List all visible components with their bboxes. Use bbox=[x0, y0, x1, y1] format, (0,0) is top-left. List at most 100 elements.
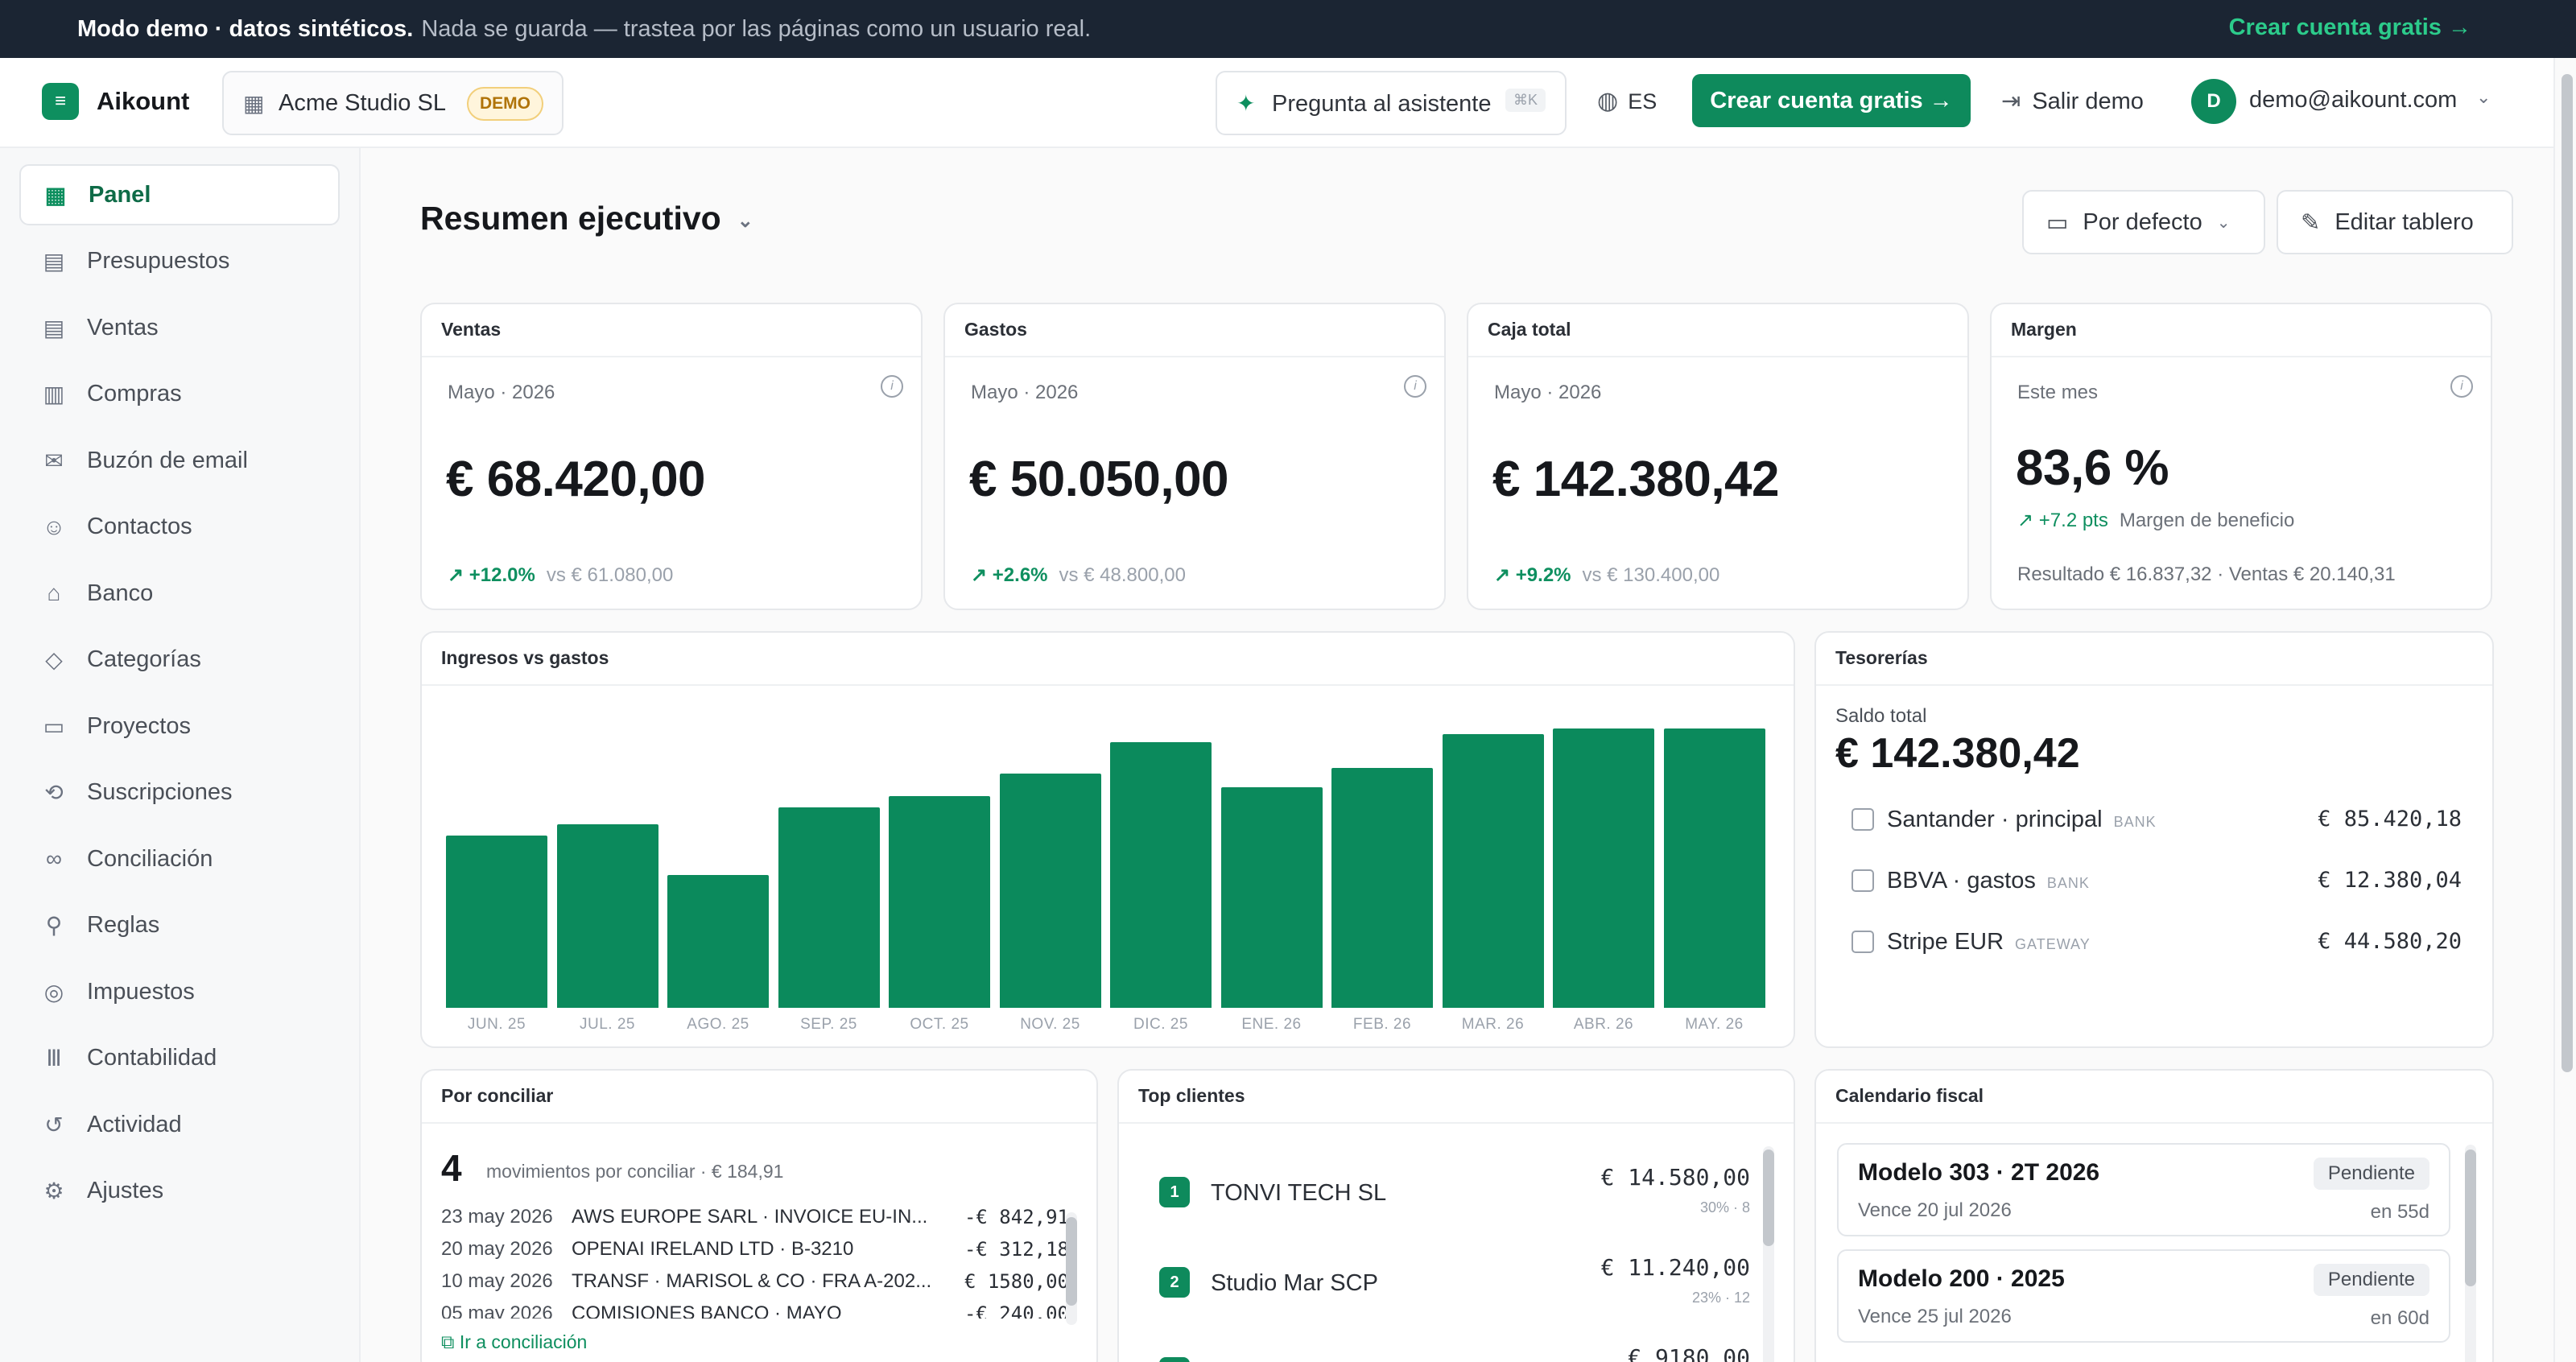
assistant-label: Pregunta al asistente bbox=[1272, 91, 1492, 117]
app-name: Aikount bbox=[97, 87, 190, 115]
pending-row[interactable]: 10 may 2026 TRANSF · MARISOL & CO · FRA A… bbox=[441, 1267, 1069, 1299]
pending-date: 05 may 2026 bbox=[441, 1302, 553, 1319]
sidebar-item-actividad[interactable]: ↺ Actividad bbox=[19, 1094, 340, 1155]
clients-scrollbar[interactable] bbox=[1763, 1146, 1774, 1362]
chevron-down-icon[interactable]: ⌄ bbox=[2476, 87, 2491, 108]
fiscal-item[interactable]: Modelo 200 · 2025 Vence 25 jul 2026 Pendie… bbox=[1837, 1249, 2450, 1343]
wallet-icon bbox=[1852, 869, 1874, 892]
go-to-reconciliation-link[interactable]: ⧉ Ir a conciliación bbox=[441, 1331, 587, 1353]
fiscal-item-days: en 55d bbox=[2370, 1201, 2429, 1223]
info-icon[interactable]: i bbox=[1404, 375, 1426, 398]
sidebar-item-presupuestos[interactable]: ▤ Presupuestos bbox=[19, 231, 340, 292]
wallet-icon bbox=[1852, 808, 1874, 831]
sidebar-item-conciliaci-n[interactable]: ∞ Conciliación bbox=[19, 828, 340, 889]
company-name: Acme Studio SL bbox=[279, 90, 446, 116]
chart-x-tick-label: DIC. 25 bbox=[1133, 1016, 1188, 1033]
page-title[interactable]: Resumen ejecutivo ⌄ bbox=[420, 200, 753, 237]
pending-row[interactable]: 23 may 2026 AWS EUROPE SARL · INVOICE EU-… bbox=[441, 1203, 1069, 1235]
pending-amount: -€ 842,91 bbox=[964, 1206, 1069, 1228]
sidebar-item-panel[interactable]: ▦ Panel bbox=[19, 164, 340, 225]
chart-bar bbox=[889, 795, 990, 1008]
sidebar-item-label: Proyectos bbox=[87, 712, 191, 739]
page-title-text: Resumen ejecutivo bbox=[420, 200, 721, 237]
client-row[interactable]: 2 Studio Mar SCP € 11.240,00 23% · 12 bbox=[1138, 1238, 1750, 1319]
sidebar-item-buz-n-de-email[interactable]: ✉ Buzón de email bbox=[19, 430, 340, 491]
account-name-wrap: Santander · principal BANK bbox=[1887, 807, 2157, 833]
account-name: BBVA · gastos bbox=[1887, 868, 2036, 894]
kpi-delta: +2.6% bbox=[992, 564, 1048, 586]
sidebar-item-label: Ventas bbox=[87, 314, 159, 340]
sidebar-item-contabilidad[interactable]: Ⅲ Contabilidad bbox=[19, 1028, 340, 1089]
banner-note: Nada se guarda — trastea por las páginas… bbox=[421, 15, 1092, 42]
status-badge: Pendiente bbox=[2313, 1158, 2429, 1190]
client-row[interactable]: 1 TONVI TECH SL € 14.580,00 30% · 8 bbox=[1138, 1148, 1750, 1228]
chart-bar bbox=[446, 835, 547, 1008]
fiscal-scrollbar-thumb[interactable] bbox=[2465, 1149, 2476, 1286]
sidebar-item-ajustes[interactable]: ⚙ Ajustes bbox=[19, 1161, 340, 1222]
info-icon[interactable]: i bbox=[2450, 375, 2473, 398]
user-email[interactable]: demo@aikount.com bbox=[2249, 87, 2457, 114]
pending-scrollbar-thumb[interactable] bbox=[1066, 1217, 1077, 1306]
company-switcher[interactable]: ▦ Acme Studio SL DEMO bbox=[222, 71, 564, 135]
period-select-button[interactable]: ▭ Por defecto ⌄ bbox=[2022, 190, 2265, 254]
client-amount: € 14.580,00 bbox=[1600, 1164, 1750, 1191]
chart-x-tick-label: MAR. 26 bbox=[1461, 1016, 1525, 1033]
chart-x-tick-label: ENE. 26 bbox=[1241, 1016, 1302, 1033]
kpi-footer: ↗ +12.0% vs € 61.080,00 bbox=[448, 563, 673, 587]
chart-bar bbox=[1220, 787, 1323, 1008]
pending-description: OPENAI IRELAND LTD · B-3210 bbox=[572, 1238, 854, 1260]
sidebar-item-reglas[interactable]: ⚲ Reglas bbox=[19, 895, 340, 956]
sidebar-item-label: Panel bbox=[89, 181, 151, 208]
pending-row[interactable]: 05 may 2026 COMISIONES BANCO · MAYO -€ 240… bbox=[441, 1299, 1069, 1319]
fiscal-scrollbar[interactable] bbox=[2465, 1145, 2476, 1362]
chart-x-tick-label: OCT. 25 bbox=[910, 1016, 969, 1033]
assistant-button[interactable]: ✦ Pregunta al asistente ⌘K bbox=[1216, 71, 1567, 135]
banner-cta-link[interactable]: Crear cuenta gratis → bbox=[2229, 14, 2471, 41]
sidebar-item-compras[interactable]: ▥ Compras bbox=[19, 364, 340, 425]
create-account-button[interactable]: Crear cuenta gratis → bbox=[1692, 74, 1971, 127]
treasury-card: Tesorerías Saldo total € 142.380,42 Sant… bbox=[1814, 631, 2494, 1048]
sidebar-item-ventas[interactable]: ▤ Ventas bbox=[19, 297, 340, 358]
demo-badge: DEMO bbox=[467, 87, 543, 121]
chart-bar bbox=[556, 823, 658, 1008]
sidebar-item-contactos[interactable]: ☺ Contactos bbox=[19, 497, 340, 558]
page-scrollbar-thumb[interactable] bbox=[2562, 74, 2573, 1072]
sidebar-item-proyectos[interactable]: ▭ Proyectos bbox=[19, 695, 340, 757]
page-scrollbar[interactable] bbox=[2553, 58, 2576, 1362]
pending-scrollbar[interactable] bbox=[1066, 1212, 1077, 1325]
chart-x-tick-label: JUL. 25 bbox=[580, 1016, 635, 1033]
chart-bar bbox=[667, 875, 769, 1008]
client-row[interactable]: 3Bonsai Labs Inc€ 9180,00 bbox=[1138, 1328, 1750, 1362]
fiscal-item[interactable]: Modelo 303 · 2T 2026 Vence 20 jul 2026 Pen… bbox=[1837, 1143, 2450, 1236]
sidebar-item-impuestos[interactable]: ◎ Impuestos bbox=[19, 961, 340, 1022]
clients-scrollbar-thumb[interactable] bbox=[1763, 1149, 1774, 1246]
pending-row[interactable]: 20 may 2026 OPENAI IRELAND LTD · B-3210 -€… bbox=[441, 1235, 1069, 1267]
rules-icon: ⚲ bbox=[45, 913, 63, 938]
sidebar-item-suscripciones[interactable]: ⟲ Suscripciones bbox=[19, 762, 340, 823]
tag-icon: ◇ bbox=[45, 647, 63, 672]
exit-label: Salir demo bbox=[2032, 89, 2144, 114]
account-row[interactable]: Santander · principal BANK € 85.420,18 bbox=[1835, 803, 2476, 840]
account-row[interactable]: BBVA · gastos BANK € 12.380,04 bbox=[1835, 865, 2476, 902]
client-rank-badge: 3 bbox=[1159, 1357, 1190, 1362]
account-name-wrap: Stripe EUR GATEWAY bbox=[1887, 929, 2091, 955]
client-share: 23% · 12 bbox=[1691, 1290, 1750, 1306]
sidebar-item-banco[interactable]: ⌂ Banco bbox=[19, 563, 340, 624]
account-type-badge: BANK bbox=[2113, 814, 2157, 830]
chart-bar bbox=[778, 807, 880, 1008]
sidebar-item-label: Presupuestos bbox=[87, 248, 230, 274]
treasury-total: € 142.380,42 bbox=[1835, 730, 2080, 777]
mail-icon: ✉ bbox=[44, 448, 64, 473]
avatar[interactable]: D bbox=[2191, 79, 2236, 124]
link-icon: ∞ bbox=[46, 846, 62, 871]
pending-note: movimientos por conciliar · € 184,91 bbox=[486, 1161, 784, 1182]
margin-delta-row: ↗ +7.2 pts Margen de beneficio bbox=[2017, 509, 2294, 532]
trend-up-delta: ↗ +12.0% bbox=[448, 564, 535, 586]
sidebar-item-categor-as[interactable]: ◇ Categorías bbox=[19, 629, 340, 691]
exit-demo-button[interactable]: ⇥ Salir demo bbox=[2001, 87, 2144, 115]
account-row[interactable]: Stripe EUR GATEWAY € 44.580,20 bbox=[1835, 926, 2476, 963]
client-rank-badge: 1 bbox=[1159, 1177, 1190, 1207]
language-selector[interactable]: ◍ ES bbox=[1597, 87, 1657, 115]
info-icon[interactable]: i bbox=[881, 375, 903, 398]
edit-dashboard-button[interactable]: ✎ Editar tablero bbox=[2277, 190, 2513, 254]
